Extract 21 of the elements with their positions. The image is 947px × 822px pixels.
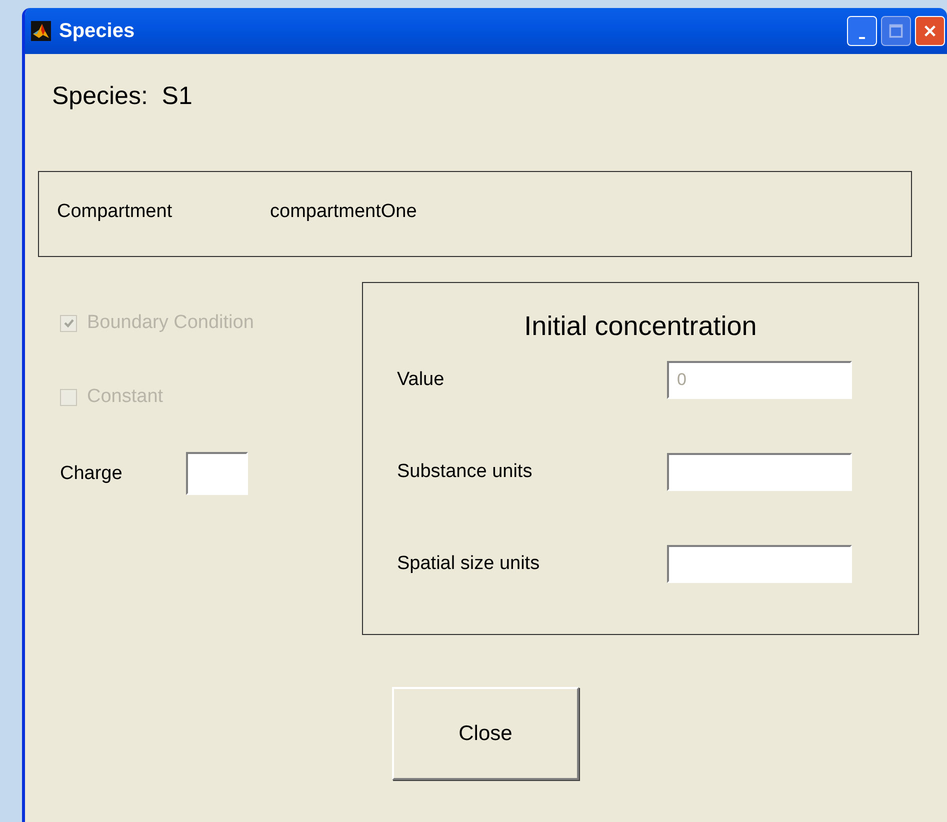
close-icon: [923, 24, 937, 38]
app-icon: [31, 21, 51, 41]
close-button[interactable]: [915, 16, 945, 46]
charge-field[interactable]: [186, 452, 248, 495]
field-label: Value: [397, 369, 446, 391]
minimize-icon: [859, 37, 865, 39]
compartment-value: compartmentOne: [270, 201, 417, 223]
panel-title: Initial concentration: [523, 311, 758, 342]
field-label: Spatial size units: [397, 553, 541, 575]
minimize-button[interactable]: [847, 16, 877, 46]
checkmark-icon: [62, 317, 74, 329]
species-heading: Species: S1: [52, 82, 194, 111]
maximize-icon: [889, 24, 903, 38]
close-button[interactable]: Close: [392, 687, 579, 780]
maximize-button[interactable]: [881, 16, 911, 46]
compartment-label: Compartment: [57, 201, 174, 223]
input-field[interactable]: [667, 545, 852, 583]
window-title: Species: [59, 20, 136, 42]
field-label: Substance units: [397, 461, 534, 483]
charge-label: Charge: [60, 462, 122, 484]
input-field[interactable]: [667, 453, 852, 491]
